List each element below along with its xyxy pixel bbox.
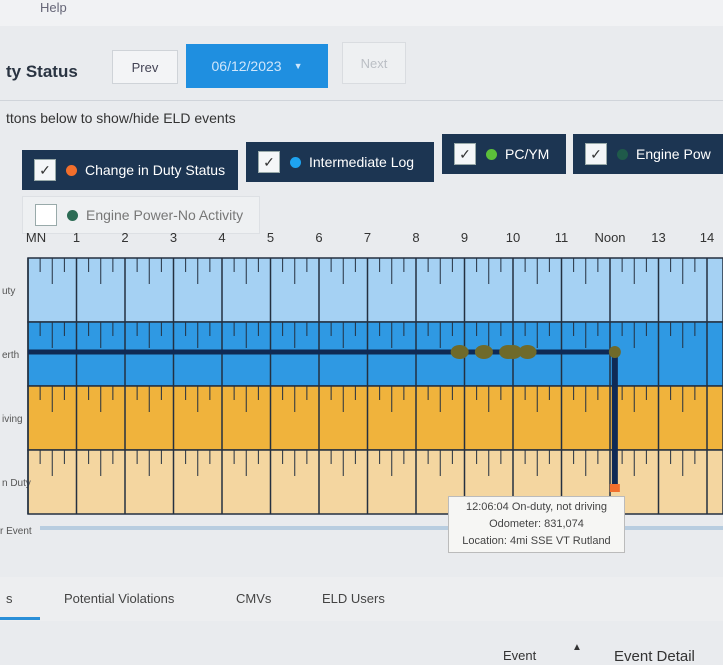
divider [0,100,723,101]
toggle-hint: ttons below to show/hide ELD events [6,110,236,126]
tab-potential-violations[interactable]: Potential Violations [64,591,174,606]
hour-label: 9 [461,230,468,245]
orange-dot-icon [66,164,77,176]
date-picker[interactable]: 06/12/2023 ▼ [186,44,328,88]
blue-dot-icon [290,156,301,168]
toggle-label: Intermediate Log [309,154,415,170]
column-event-detail[interactable]: Event Detail [614,648,695,665]
toggle-label: PC/YM [505,146,550,162]
toggle-engine-power-no-activity[interactable]: Engine Power-No Activity [22,196,260,234]
checkbox-pc-ym[interactable]: ✓ [454,143,476,165]
tooltip-time-status: 12:06:04 On-duty, not driving [465,501,608,513]
help-link[interactable]: Help [40,0,67,15]
hour-label: 2 [121,230,128,245]
next-button[interactable]: Next [342,42,406,84]
hour-label: 1 [73,230,80,245]
toggle-pc-ym[interactable]: ✓ PC/YM [442,134,566,174]
sort-arrow-icon[interactable]: ▲ [572,642,582,653]
duty-row [27,385,723,451]
row-label: iving [2,414,23,425]
dark-green-dot-icon [617,148,628,160]
active-tab-indicator [0,617,40,620]
hour-label: 3 [170,230,177,245]
hour-label: MN [26,230,46,245]
duty-row [27,257,723,323]
toggle-intermediate-log[interactable]: ✓ Intermediate Log [246,142,434,182]
hour-label: 10 [506,230,520,245]
checkbox-engine-power-no-activity[interactable] [35,204,57,226]
log-marker [608,346,621,358]
tooltip-odometer: Odometer: 831,074 [489,518,584,530]
duty-change-marker [609,484,620,492]
column-event[interactable]: Event [503,648,536,663]
hour-label: 5 [267,230,274,245]
log-marker [518,345,537,359]
toggle-change-in-duty-status[interactable]: ✓ Change in Duty Status [22,150,238,190]
prev-button[interactable]: Prev [112,50,178,84]
top-bar: Help [0,0,723,26]
hour-label: 11 [555,230,569,245]
log-marker [450,345,469,359]
toggle-engine-power[interactable]: ✓ Engine Pow [573,134,723,174]
log-marker [474,345,493,359]
hour-label: 8 [412,230,419,245]
toggle-label: Engine Pow [636,146,711,162]
hour-label: 14 [700,230,714,245]
row-label: erth [2,350,19,361]
hour-label: 13 [651,230,665,245]
row-label: n Duty [2,478,31,489]
tab-events[interactable]: s [6,591,13,606]
tooltip-location: Location: 4mi SSE VT Rutland [462,535,611,547]
hour-label: 6 [315,230,322,245]
hour-label: 7 [364,230,371,245]
bottom-tabs: s Potential Violations CMVs ELD Users [0,577,723,621]
tab-eld-users[interactable]: ELD Users [322,591,385,606]
page-header: ty Status Prev 06/12/2023 ▼ Next [0,40,723,98]
event-tooltip: 12:06:04 On-duty, not driving Odometer: … [448,496,625,553]
toggle-label: Engine Power-No Activity [86,207,244,223]
hour-label: Noon [594,230,625,245]
page-title: ty Status [6,62,78,81]
chevron-down-icon: ▼ [293,61,303,71]
checkbox-change-in-duty-status[interactable]: ✓ [34,159,56,181]
hour-label: 4 [218,230,225,245]
date-value: 06/12/2023 [211,58,282,74]
event-row-label: r Event [0,526,32,537]
green-dot-icon [486,148,497,160]
tab-cmvs[interactable]: CMVs [236,591,271,606]
dark-green-dot-icon [67,209,78,221]
checkbox-engine-power[interactable]: ✓ [585,143,607,165]
row-label: uty [2,286,15,297]
toggle-label: Change in Duty Status [85,162,226,178]
checkbox-intermediate-log[interactable]: ✓ [258,151,280,173]
table-header: Event ▲ Event Detail [0,630,723,665]
